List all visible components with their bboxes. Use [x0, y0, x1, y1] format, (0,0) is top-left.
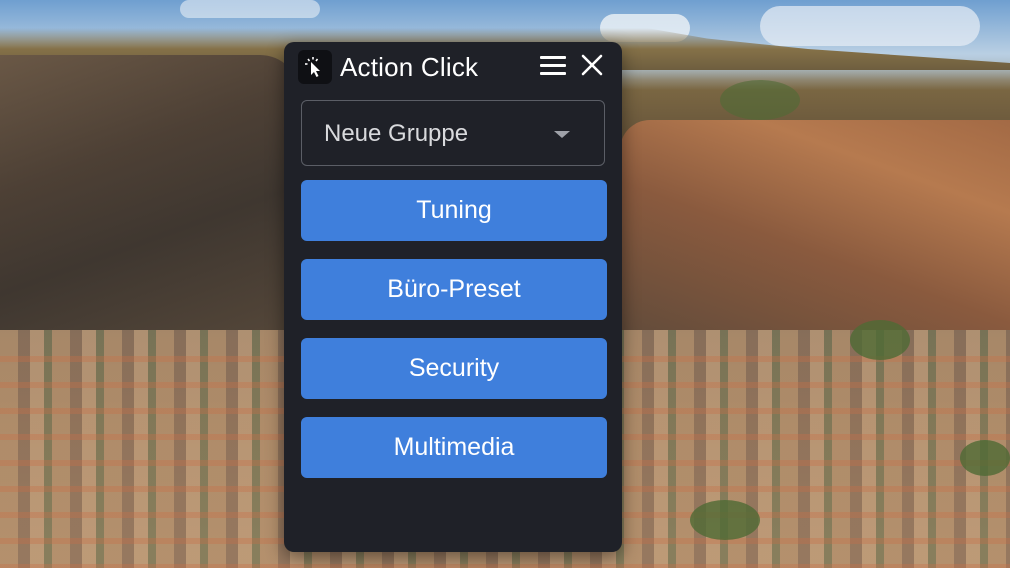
window-title: Action Click	[340, 52, 479, 82]
wallpaper-tree	[850, 320, 910, 360]
action-button-security[interactable]: Security	[301, 338, 607, 399]
group-select-value: Neue Gruppe	[324, 120, 469, 147]
action-button-tuning[interactable]: Tuning	[301, 180, 607, 241]
wallpaper-cliff-left	[0, 55, 300, 345]
close-icon[interactable]	[580, 53, 604, 77]
action-button-buero-preset[interactable]: Büro-Preset	[301, 259, 607, 320]
wallpaper-tree	[960, 440, 1010, 476]
hamburger-menu-icon[interactable]	[538, 54, 568, 80]
title-bar[interactable]: Action Click	[284, 42, 622, 92]
action-click-window: Action Click Neue Gruppe Tuning Büro-Pre…	[284, 42, 622, 552]
group-select[interactable]: Neue Gruppe	[301, 100, 605, 166]
wallpaper-cliff-right	[620, 120, 1010, 350]
wallpaper-cloud	[760, 6, 980, 46]
wallpaper-tree	[690, 500, 760, 540]
chevron-down-icon	[554, 131, 570, 138]
action-button-multimedia[interactable]: Multimedia	[301, 417, 607, 478]
cursor-click-icon	[298, 50, 332, 84]
wallpaper-tree	[720, 80, 800, 120]
